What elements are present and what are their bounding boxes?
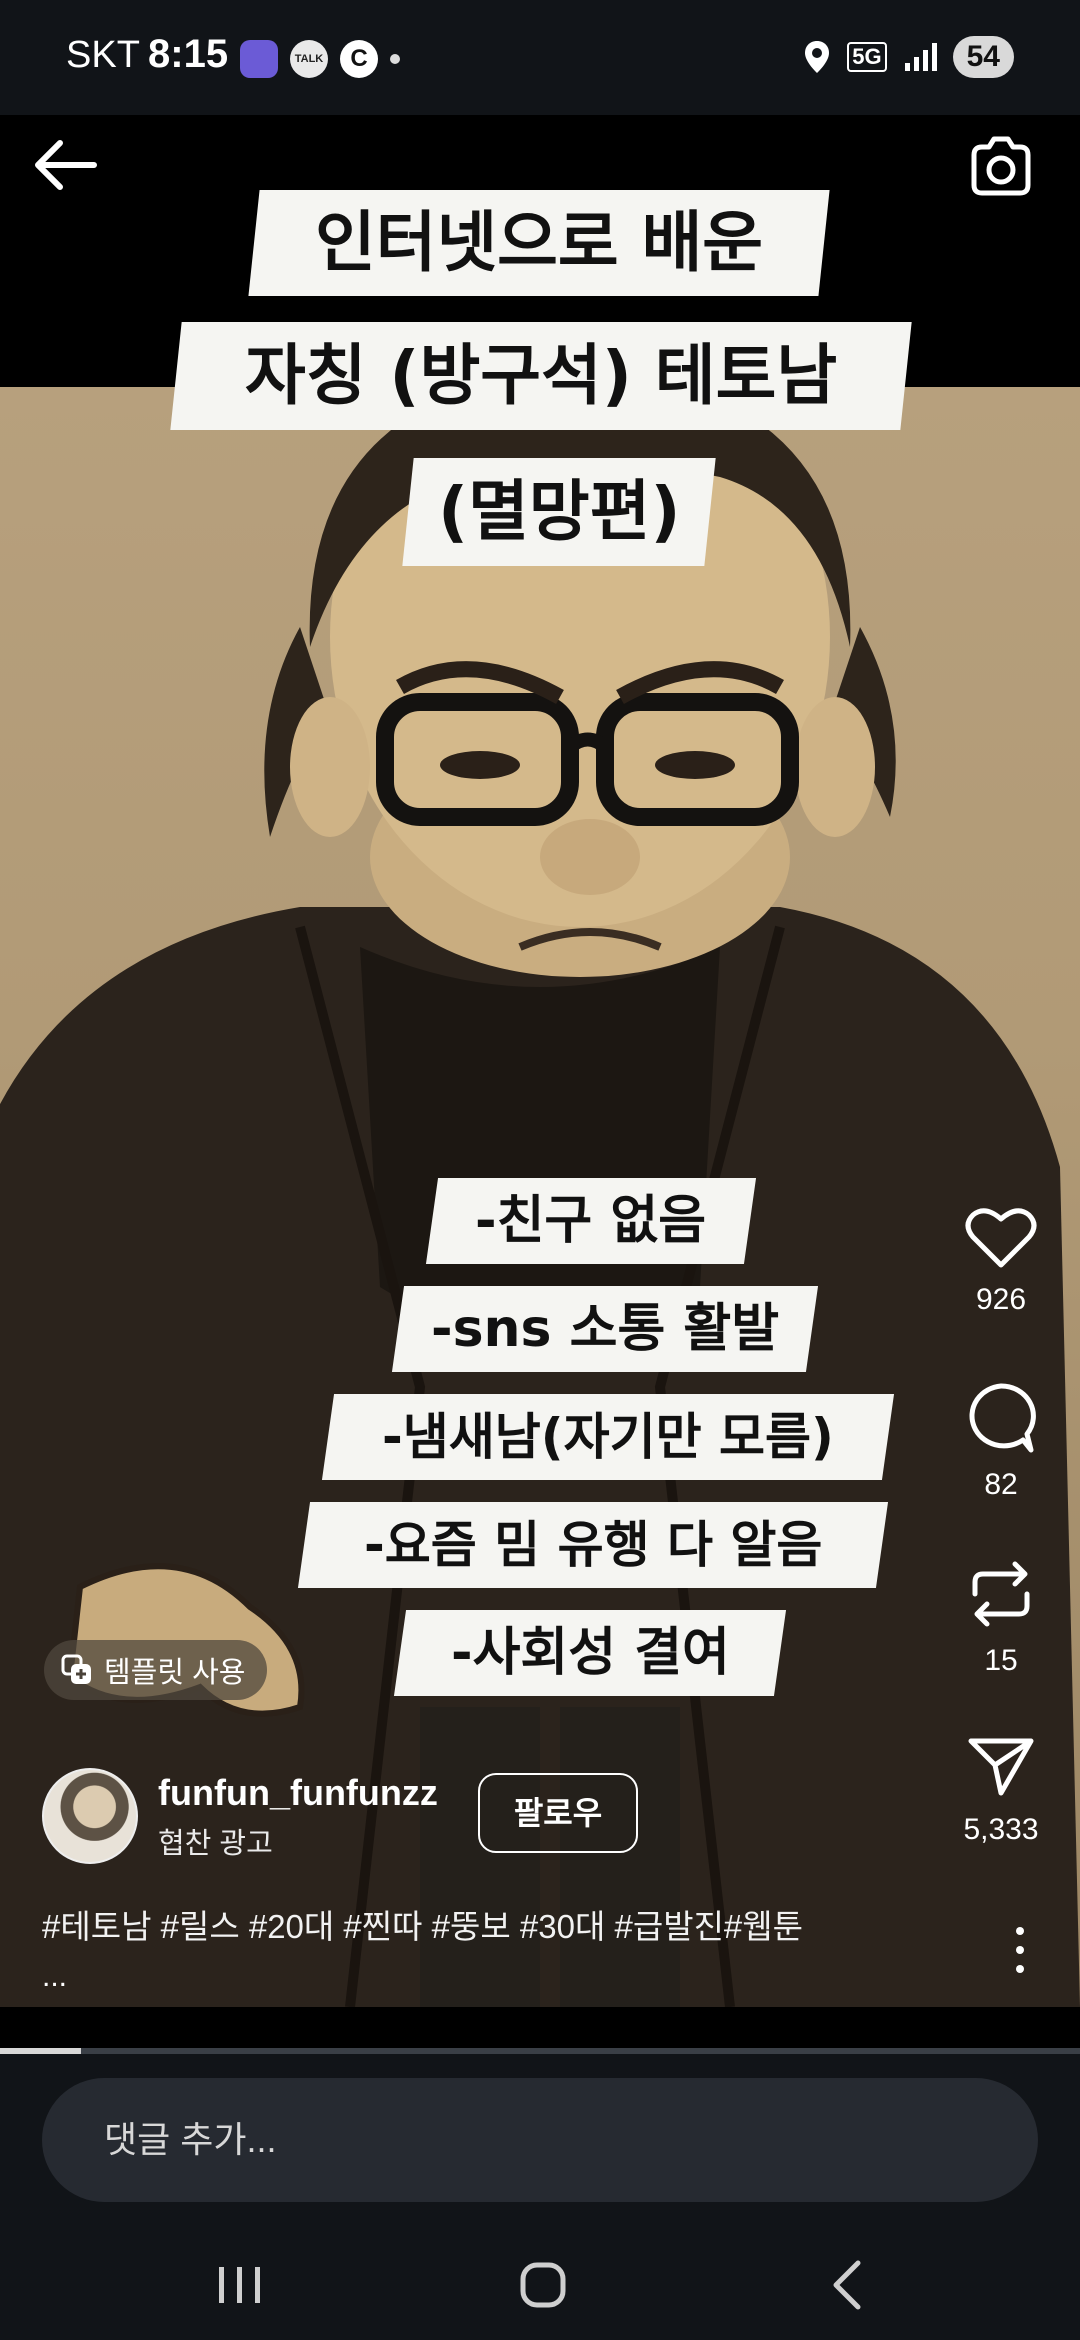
sponsored-label[interactable]: 협찬 광고 bbox=[158, 1820, 273, 1862]
network-type: 5G bbox=[847, 42, 887, 72]
location-icon bbox=[805, 41, 830, 73]
caption-hashtags[interactable]: #테토남 #릴스 #20대 #찐따 #뚱보 #30대 #급발진#웹툰 bbox=[42, 1900, 803, 1948]
status-bar: SKT 8:15 TALK C 5G 54 bbox=[0, 0, 1080, 115]
more-notifications-dot-icon bbox=[390, 54, 400, 64]
clock: 8:15 bbox=[148, 32, 229, 76]
heart-icon[interactable] bbox=[965, 1205, 1037, 1269]
list-line-1: -친구 없음 bbox=[425, 1178, 757, 1264]
share-count: 5,333 bbox=[963, 1813, 1039, 1846]
list-line-4: -요즘 밈 유행 다 알음 bbox=[297, 1502, 889, 1588]
kakaotalk-icon: TALK bbox=[290, 40, 328, 78]
comment-icon[interactable] bbox=[965, 1382, 1037, 1454]
like-action[interactable]: 926 bbox=[946, 1205, 1056, 1317]
avatar[interactable] bbox=[42, 1768, 138, 1864]
follow-button[interactable]: 팔로우 bbox=[478, 1773, 638, 1853]
list-line-4-text: -요즘 밈 유행 다 알음 bbox=[363, 1516, 823, 1574]
comment-count: 82 bbox=[984, 1468, 1018, 1501]
home-icon[interactable] bbox=[508, 2255, 578, 2315]
more-vertical-icon[interactable] bbox=[1008, 1925, 1032, 1975]
title-line-2: 자칭 (방구석) 테토남 bbox=[170, 322, 912, 430]
title-line-3: (멸망편) bbox=[402, 458, 716, 566]
caption-more[interactable]: ... bbox=[42, 1960, 67, 1994]
list-line-3: -냄새남(자기만 모름) bbox=[321, 1394, 895, 1480]
list-line-2-text: -sns 소통 활발 bbox=[430, 1299, 780, 1359]
template-icon bbox=[61, 1654, 91, 1684]
repost-icon[interactable] bbox=[967, 1558, 1035, 1630]
back-arrow-icon[interactable] bbox=[30, 135, 102, 195]
c-app-icon: C bbox=[340, 40, 378, 78]
carrier-label: SKT bbox=[66, 34, 140, 76]
comment-input[interactable]: 댓글 추가... bbox=[42, 2078, 1038, 2202]
repost-action[interactable]: 15 bbox=[946, 1558, 1056, 1678]
username[interactable]: funfun_funfunzz bbox=[158, 1772, 438, 1814]
list-line-5: -사회성 결여 bbox=[393, 1610, 787, 1696]
notification-icons: TALK C bbox=[240, 40, 400, 78]
signal-icon bbox=[904, 43, 937, 71]
list-line-5-text: -사회성 결여 bbox=[450, 1623, 730, 1683]
system-icons: 5G 54 bbox=[803, 36, 1014, 78]
title-line-3-text: (멸망편) bbox=[437, 473, 681, 550]
template-label: 템플릿 사용 bbox=[104, 1657, 246, 1689]
comment-action[interactable]: 82 bbox=[946, 1382, 1056, 1502]
recent-apps-icon[interactable] bbox=[205, 2255, 275, 2315]
list-line-2: -sns 소통 활발 bbox=[391, 1286, 819, 1372]
title-line-1-text: 인터넷으로 배운 bbox=[314, 204, 764, 281]
send-icon[interactable] bbox=[967, 1735, 1035, 1799]
back-nav-icon[interactable] bbox=[812, 2255, 882, 2315]
title-line-1: 인터넷으로 배운 bbox=[248, 190, 830, 296]
battery-level: 54 bbox=[952, 36, 1014, 78]
list-line-1-text: -친구 없음 bbox=[475, 1191, 707, 1251]
title-line-2-text: 자칭 (방구석) 테토남 bbox=[244, 337, 838, 414]
like-count: 926 bbox=[975, 1283, 1027, 1316]
use-template-button[interactable]: 템플릿 사용 bbox=[44, 1640, 268, 1700]
share-action[interactable]: 5,333 bbox=[946, 1735, 1056, 1847]
app-m-icon bbox=[240, 40, 278, 78]
list-line-3-text: -냄새남(자기만 모름) bbox=[382, 1408, 834, 1466]
repost-count: 15 bbox=[984, 1644, 1018, 1677]
camera-icon[interactable] bbox=[964, 133, 1034, 203]
